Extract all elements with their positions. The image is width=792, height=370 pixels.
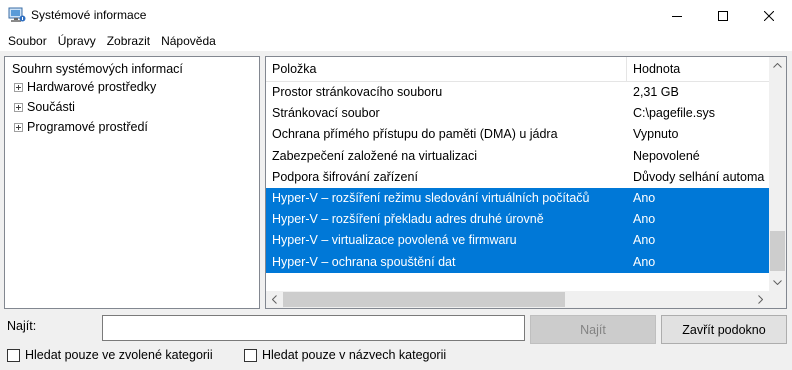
scroll-left-arrow-icon[interactable] bbox=[266, 291, 283, 308]
tree-item-hardware[interactable]: Hardwarové prostředky bbox=[14, 78, 156, 96]
table-row[interactable]: Hyper-V – rozšíření překladu adres druhé… bbox=[266, 209, 769, 231]
expand-icon[interactable] bbox=[14, 122, 23, 132]
table-row[interactable]: Hyper-V – virtualizace povolená ve firmw… bbox=[266, 230, 769, 252]
close-icon bbox=[764, 10, 774, 21]
table-row[interactable]: Zabezpečení založené na virtualizaci Nepo… bbox=[266, 146, 769, 167]
vertical-scroll-thumb[interactable] bbox=[770, 231, 785, 271]
menu-view[interactable]: Zobrazit bbox=[99, 34, 150, 48]
cell-value: Ano bbox=[633, 254, 656, 269]
tree-item-label: Součásti bbox=[27, 100, 75, 114]
find-label: Najít: bbox=[7, 319, 37, 333]
menu-help[interactable]: Nápověda bbox=[153, 34, 216, 48]
cell-item: Hyper-V – virtualizace povolená ve firmw… bbox=[272, 233, 517, 248]
table-row[interactable]: Hyper-V – rozšíření režimu sledování vir… bbox=[266, 187, 769, 210]
close-pane-button[interactable]: Zavřít podokno bbox=[661, 315, 787, 344]
checkbox-label: Hledat pouze ve zvolené kategorii bbox=[25, 348, 213, 362]
menu-file[interactable]: Soubor bbox=[0, 34, 47, 48]
cell-item: Zabezpečení založené na virtualizaci bbox=[272, 148, 477, 163]
cell-value: Nepovolené bbox=[633, 148, 700, 163]
horizontal-scroll-thumb[interactable] bbox=[283, 292, 565, 307]
table-row[interactable]: Hyper-V – ochrana spouštění dat Ano bbox=[266, 251, 769, 273]
system-info-icon bbox=[8, 7, 26, 23]
cell-item: Ochrana přímého přístupu do paměti (DMA)… bbox=[272, 127, 558, 142]
cell-value: 2,31 GB bbox=[633, 85, 679, 99]
column-divider[interactable] bbox=[626, 57, 627, 81]
cell-item: Podpora šifrování zařízení bbox=[272, 169, 418, 184]
checkbox-label: Hledat pouze v názvech kategorii bbox=[262, 348, 447, 362]
maximize-icon bbox=[718, 10, 728, 21]
cell-value: Ano bbox=[633, 190, 656, 205]
expand-icon[interactable] bbox=[14, 82, 23, 92]
close-button[interactable] bbox=[746, 0, 792, 31]
cell-item: Hyper-V – rozšíření režimu sledování vir… bbox=[272, 190, 590, 205]
maximize-button[interactable] bbox=[700, 0, 746, 31]
cell-value: C:\pagefile.sys bbox=[633, 106, 715, 121]
cell-item: Hyper-V – ochrana spouštění dat bbox=[272, 254, 456, 269]
table-row[interactable]: Podpora šifrování zařízení Důvody selhání… bbox=[266, 167, 769, 188]
scroll-right-arrow-icon[interactable] bbox=[752, 291, 769, 308]
window-title: Systémové informace bbox=[31, 8, 147, 22]
expand-icon[interactable] bbox=[14, 102, 23, 112]
find-button[interactable]: Najít bbox=[530, 315, 656, 344]
minimize-button[interactable] bbox=[654, 0, 700, 31]
horizontal-scrollbar[interactable] bbox=[266, 291, 786, 308]
minimize-icon bbox=[672, 15, 682, 17]
tree-item-label: Hardwarové prostředky bbox=[27, 80, 157, 94]
list-rows: Prostor stránkovacího souboru 2,31 GB Strá… bbox=[266, 82, 769, 273]
title-bar: Systémové informace bbox=[0, 0, 792, 31]
search-category-names-checkbox[interactable] bbox=[244, 348, 257, 362]
cell-item: Hyper-V – rozšíření překladu adres druhé… bbox=[272, 212, 544, 227]
tree-item-software-environment[interactable]: Programové prostředí bbox=[14, 118, 148, 136]
search-selected-category-option[interactable]: Hledat pouze ve zvolené kategorii bbox=[7, 347, 213, 363]
column-header-value[interactable]: Hodnota bbox=[633, 57, 680, 81]
vertical-scrollbar[interactable] bbox=[769, 57, 786, 291]
menu-edit[interactable]: Úpravy bbox=[50, 34, 96, 48]
tree-item-label: Souhrn systémových informací bbox=[12, 62, 183, 76]
category-tree: Souhrn systémových informací Hardwarové … bbox=[4, 56, 260, 309]
menu-bar: Soubor Úpravy Zobrazit Nápověda bbox=[0, 31, 792, 51]
list-header: Položka Hodnota bbox=[266, 57, 769, 82]
search-category-names-option[interactable]: Hledat pouze v názvech kategorii bbox=[244, 347, 446, 363]
tree-item-label: Programové prostředí bbox=[27, 120, 148, 134]
table-row[interactable]: Ochrana přímého přístupu do paměti (DMA)… bbox=[266, 124, 769, 145]
search-selected-category-checkbox[interactable] bbox=[7, 348, 20, 362]
cell-item: Stránkovací soubor bbox=[272, 106, 380, 121]
table-row[interactable]: Stránkovací soubor C:\pagefile.sys bbox=[266, 103, 769, 124]
tree-item-system-summary[interactable]: Souhrn systémových informací bbox=[10, 60, 185, 78]
column-header-item[interactable]: Položka bbox=[272, 57, 316, 81]
tree-item-components[interactable]: Součásti bbox=[14, 98, 75, 116]
cell-value: Důvody selhání automa bbox=[633, 169, 765, 184]
scroll-up-arrow-icon[interactable] bbox=[769, 57, 786, 74]
scroll-down-arrow-icon[interactable] bbox=[769, 274, 786, 291]
details-list: Položka Hodnota Prostor stránkovacího so… bbox=[265, 56, 787, 309]
cell-value: Ano bbox=[633, 233, 656, 248]
cell-value: Vypnuto bbox=[633, 127, 679, 142]
cell-item: Prostor stránkovacího souboru bbox=[272, 85, 443, 99]
find-input[interactable] bbox=[102, 315, 525, 341]
cell-value: Ano bbox=[633, 212, 656, 227]
table-row[interactable]: Prostor stránkovacího souboru 2,31 GB bbox=[266, 82, 769, 103]
scrollbar-corner bbox=[769, 291, 786, 308]
